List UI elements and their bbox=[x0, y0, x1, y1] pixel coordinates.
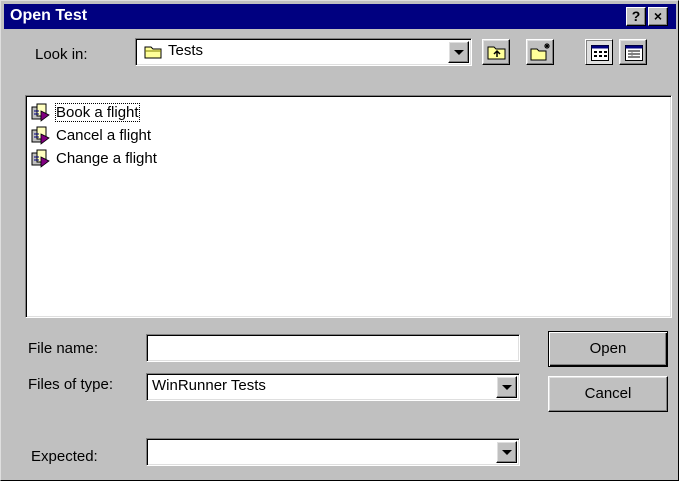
files-of-type-dropdown-button[interactable] bbox=[496, 376, 517, 398]
file-list[interactable]: Book a flight Cancel a flight Change a f… bbox=[25, 95, 672, 318]
look-in-dropdown-button[interactable] bbox=[448, 41, 469, 63]
winrunner-test-icon bbox=[30, 103, 52, 127]
up-one-level-button[interactable] bbox=[482, 39, 510, 65]
cancel-button-label: Cancel bbox=[584, 385, 632, 402]
list-view-button[interactable] bbox=[585, 39, 613, 65]
chevron-down-icon bbox=[454, 50, 464, 55]
file-name-label: Book a flight bbox=[55, 103, 140, 122]
expected-label: Expected: bbox=[31, 448, 98, 465]
files-of-type-dropdown[interactable]: WinRunner Tests bbox=[146, 373, 520, 401]
list-view-icon bbox=[591, 45, 609, 65]
file-name-label: Cancel a flight bbox=[56, 127, 152, 144]
details-view-icon bbox=[625, 45, 643, 65]
file-name-label: Change a flight bbox=[56, 150, 157, 167]
files-of-type-value: WinRunner Tests bbox=[152, 377, 266, 394]
details-view-button[interactable] bbox=[619, 39, 647, 65]
file-name-input[interactable] bbox=[146, 334, 520, 362]
up-folder-icon bbox=[487, 44, 507, 64]
look-in-label: Look in: bbox=[35, 46, 88, 63]
open-button-label: Open bbox=[589, 340, 627, 357]
winrunner-test-icon bbox=[30, 149, 52, 173]
open-button[interactable]: Open bbox=[548, 331, 668, 367]
folder-icon bbox=[144, 44, 164, 64]
new-folder-icon bbox=[530, 42, 552, 66]
open-test-dialog: Open Test ? × Look in: Tests Book a flig… bbox=[0, 0, 679, 481]
chevron-down-icon bbox=[502, 385, 512, 390]
title-bar[interactable]: Open Test ? × bbox=[4, 4, 676, 29]
cancel-button[interactable]: Cancel bbox=[548, 376, 668, 412]
winrunner-test-icon bbox=[30, 126, 52, 150]
dialog-title: Open Test bbox=[10, 7, 88, 24]
close-button[interactable]: × bbox=[648, 7, 668, 26]
files-of-type-label: Files of type: bbox=[28, 376, 114, 393]
file-name-field-label: File name: bbox=[28, 340, 99, 357]
expected-dropdown[interactable] bbox=[146, 438, 520, 466]
look-in-value: Tests bbox=[168, 42, 204, 59]
help-button[interactable]: ? bbox=[626, 7, 646, 26]
expected-dropdown-button[interactable] bbox=[496, 441, 517, 463]
chevron-down-icon bbox=[502, 450, 512, 455]
look-in-dropdown[interactable]: Tests bbox=[135, 38, 472, 66]
create-new-folder-button[interactable] bbox=[526, 39, 554, 65]
